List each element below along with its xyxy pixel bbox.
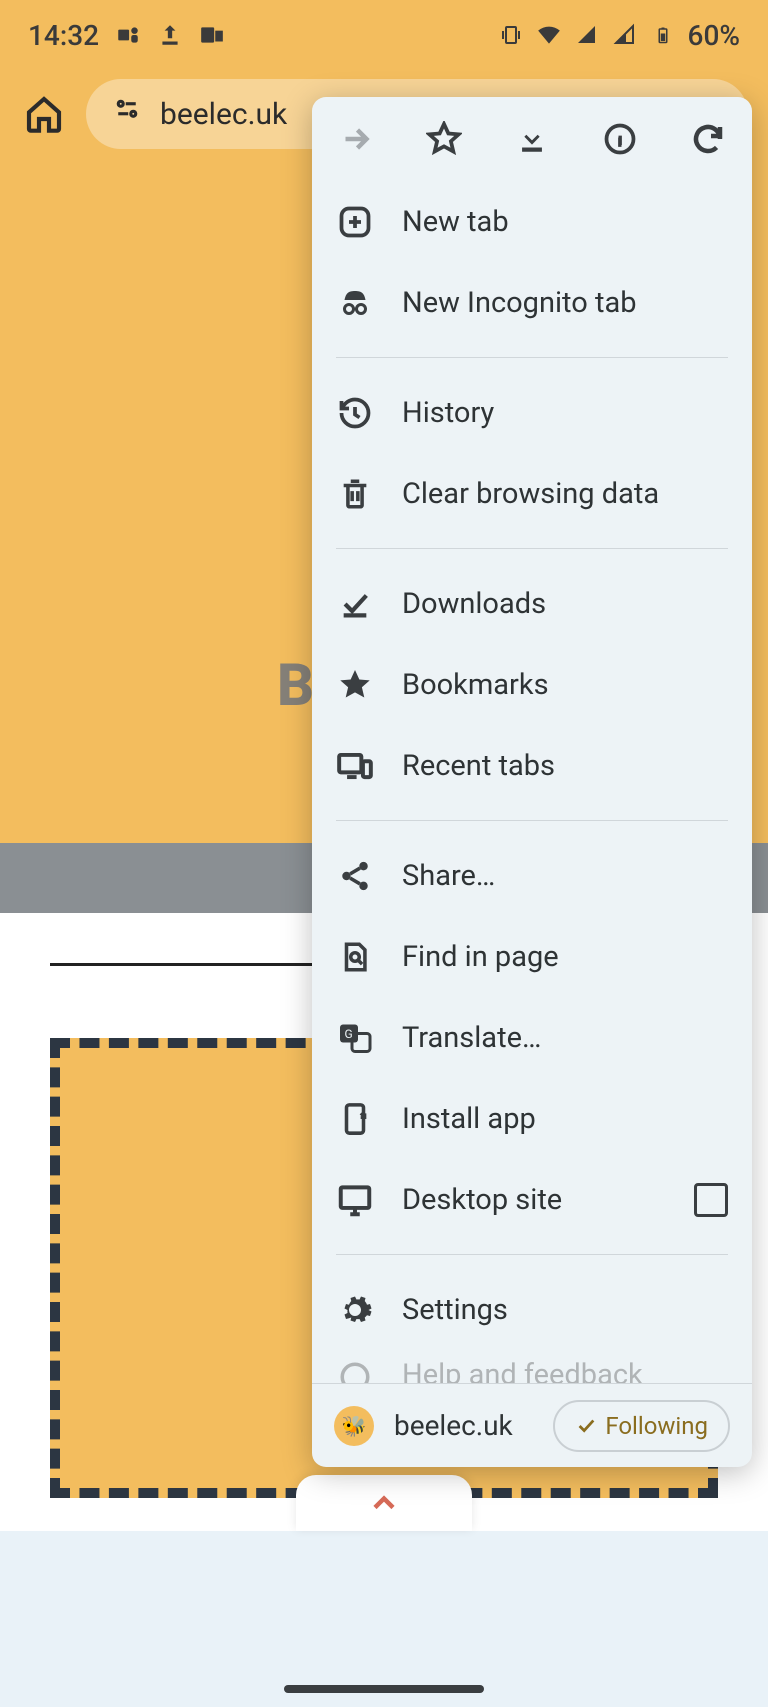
follow-button[interactable]: Following xyxy=(553,1400,730,1452)
bottom-sheet-handle[interactable] xyxy=(296,1475,472,1531)
menu-label: Find in page xyxy=(402,940,559,974)
menu-label: Recent tabs xyxy=(402,749,555,783)
translate-icon: G xyxy=(336,1019,374,1057)
chevron-up-icon xyxy=(366,1485,402,1521)
battery-text: 60% xyxy=(688,19,740,52)
desktop-checkbox[interactable] xyxy=(694,1183,728,1217)
menu-clear-data[interactable]: Clear browsing data xyxy=(312,453,752,534)
download-button[interactable] xyxy=(510,117,554,161)
menu-translate[interactable]: G Translate… xyxy=(312,997,752,1078)
menu-items: New tab New Incognito tab History Clear … xyxy=(312,181,752,1383)
menu-label: History xyxy=(402,396,494,430)
menu-label: New Incognito tab xyxy=(402,286,637,320)
history-icon xyxy=(336,394,374,432)
status-left: 14:32 xyxy=(28,19,225,52)
share-icon xyxy=(336,857,374,895)
menu-label: Install app xyxy=(402,1102,536,1136)
home-button[interactable] xyxy=(20,90,68,138)
menu-label: Translate… xyxy=(402,1021,541,1055)
menu-share[interactable]: Share… xyxy=(312,835,752,916)
menu-label: Clear browsing data xyxy=(402,477,659,511)
star-icon xyxy=(336,666,374,704)
menu-divider xyxy=(336,548,728,549)
follow-label: Following xyxy=(605,1412,708,1440)
install-icon xyxy=(336,1100,374,1138)
menu-find[interactable]: Find in page xyxy=(312,916,752,997)
status-time: 14:32 xyxy=(28,19,99,52)
menu-incognito[interactable]: New Incognito tab xyxy=(312,262,752,343)
svg-text:G: G xyxy=(345,1027,353,1041)
battery-icon xyxy=(650,22,676,48)
menu-label: Downloads xyxy=(402,587,546,621)
find-in-page-icon xyxy=(336,938,374,976)
wifi-icon xyxy=(536,22,562,48)
url-text: beelec.uk xyxy=(160,97,287,132)
menu-toolbar xyxy=(312,97,752,181)
check-icon xyxy=(575,1415,597,1437)
info-button[interactable] xyxy=(598,117,642,161)
menu-settings[interactable]: Settings xyxy=(312,1269,752,1350)
download-done-icon xyxy=(336,585,374,623)
system-nav-bar xyxy=(0,1531,768,1707)
nav-pill[interactable] xyxy=(284,1685,484,1693)
site-favicon: 🐝 xyxy=(334,1406,374,1446)
incognito-icon xyxy=(336,284,374,322)
menu-install-app[interactable]: Install app xyxy=(312,1078,752,1159)
site-settings-icon xyxy=(112,95,142,133)
menu-label: New tab xyxy=(402,205,509,239)
menu-recent-tabs[interactable]: Recent tabs xyxy=(312,725,752,806)
menu-label: Bookmarks xyxy=(402,668,549,702)
vibrate-icon xyxy=(498,22,524,48)
menu-label: Share… xyxy=(402,859,495,893)
bookmark-button[interactable] xyxy=(422,117,466,161)
signal2-icon xyxy=(612,22,638,48)
desktop-icon xyxy=(336,1181,374,1219)
teams-icon xyxy=(115,22,141,48)
status-bar: 14:32 60% xyxy=(0,0,768,70)
menu-divider xyxy=(336,820,728,821)
menu-label: Settings xyxy=(402,1293,508,1327)
reload-button[interactable] xyxy=(686,117,730,161)
gear-icon xyxy=(336,1291,374,1329)
forward-button[interactable] xyxy=(334,117,378,161)
overflow-menu: New tab New Incognito tab History Clear … xyxy=(312,97,752,1467)
devices-icon xyxy=(336,747,374,785)
help-icon xyxy=(336,1358,374,1383)
menu-help[interactable]: Help and feedback xyxy=(312,1350,752,1383)
trash-icon xyxy=(336,475,374,513)
menu-history[interactable]: History xyxy=(312,372,752,453)
menu-desktop-site[interactable]: Desktop site xyxy=(312,1159,752,1240)
outlook-icon xyxy=(199,22,225,48)
menu-label: Help and feedback xyxy=(402,1358,643,1383)
menu-bookmarks[interactable]: Bookmarks xyxy=(312,644,752,725)
menu-divider xyxy=(336,1254,728,1255)
signal1-icon xyxy=(574,22,600,48)
upload-icon xyxy=(157,22,183,48)
menu-downloads[interactable]: Downloads xyxy=(312,563,752,644)
status-right: 60% xyxy=(498,19,740,52)
menu-divider xyxy=(336,357,728,358)
plus-square-icon xyxy=(336,203,374,241)
footer-site: beelec.uk xyxy=(394,1409,513,1442)
menu-new-tab[interactable]: New tab xyxy=(312,181,752,262)
menu-label: Desktop site xyxy=(402,1183,562,1217)
menu-footer: 🐝 beelec.uk Following xyxy=(312,1383,752,1467)
